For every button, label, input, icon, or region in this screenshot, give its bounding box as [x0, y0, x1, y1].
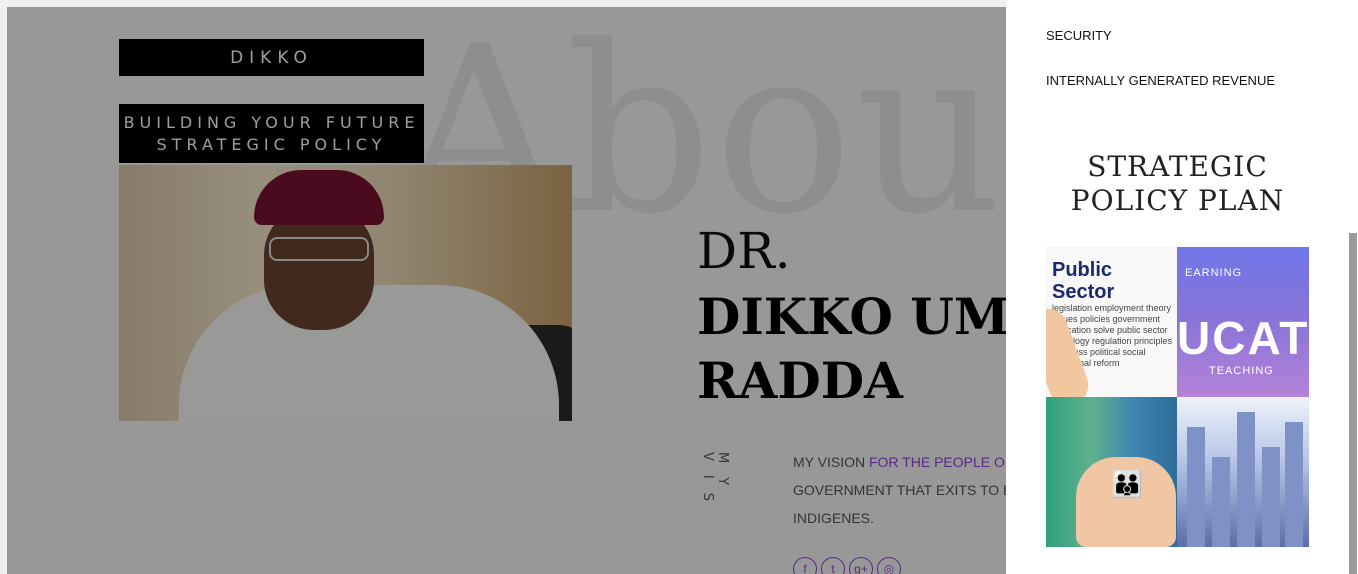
vision-highlight: FOR THE PEOPLE OF [868, 454, 1014, 470]
person-glasses [269, 237, 369, 261]
tile-education[interactable]: EARNING UCAT TEACHING [1177, 247, 1309, 397]
scrollbar-thumb[interactable] [1349, 233, 1357, 574]
family-icon: 👪 [1111, 469, 1144, 499]
portrait-image [119, 165, 572, 421]
tagline-line-2: STRATEGIC POLICY [156, 134, 387, 154]
public-sector-heading: Public Sector [1052, 259, 1115, 303]
strategic-policy-title: STRATEGIC POLICY PLAN [1046, 150, 1309, 218]
google-plus-icon[interactable]: g+ [849, 557, 873, 574]
vision-side-label: MY VIS [700, 452, 730, 515]
menu-item-revenue[interactable]: INTERNALLY GENERATED REVENUE [1046, 73, 1275, 88]
tile-public-sector[interactable]: Public Sector legislation employment the… [1046, 247, 1177, 397]
education-top-label: EARNING [1185, 267, 1243, 279]
tile-family-hands[interactable]: 👪 [1046, 397, 1177, 547]
tower-shape [1237, 412, 1255, 547]
title-line-1: STRATEGIC [1087, 150, 1268, 183]
education-bottom-label: TEACHING [1209, 365, 1274, 377]
person-body [179, 285, 559, 421]
tower-shape [1262, 447, 1280, 547]
tower-shape [1187, 427, 1205, 547]
vision-prefix: MY VISION [793, 454, 869, 470]
education-big-label: UCAT [1177, 312, 1309, 364]
title-prefix: DR. [697, 222, 791, 280]
side-panel: SECURITY INTERNALLY GENERATED REVENUE ST… [1006, 0, 1348, 574]
tagline-line-1: BUILDING YOUR FUTURE [123, 112, 420, 132]
tower-shape [1285, 422, 1303, 547]
tower-shape [1212, 457, 1230, 547]
menu-item-security[interactable]: SECURITY [1046, 28, 1112, 43]
title-line-2: POLICY PLAN [1070, 184, 1285, 217]
tile-city-business[interactable] [1177, 397, 1309, 547]
policy-image-grid: Public Sector legislation employment the… [1046, 247, 1309, 547]
brand-logo[interactable]: DIKKO [119, 39, 424, 76]
tagline-box: BUILDING YOUR FUTURE STRATEGIC POLICY [119, 104, 424, 163]
person-cap [254, 170, 384, 225]
dribbble-icon[interactable]: ◎ [877, 557, 901, 574]
facebook-icon[interactable]: f [793, 557, 817, 574]
social-links: f t g+ ◎ [793, 557, 901, 574]
twitter-icon[interactable]: t [821, 557, 845, 574]
